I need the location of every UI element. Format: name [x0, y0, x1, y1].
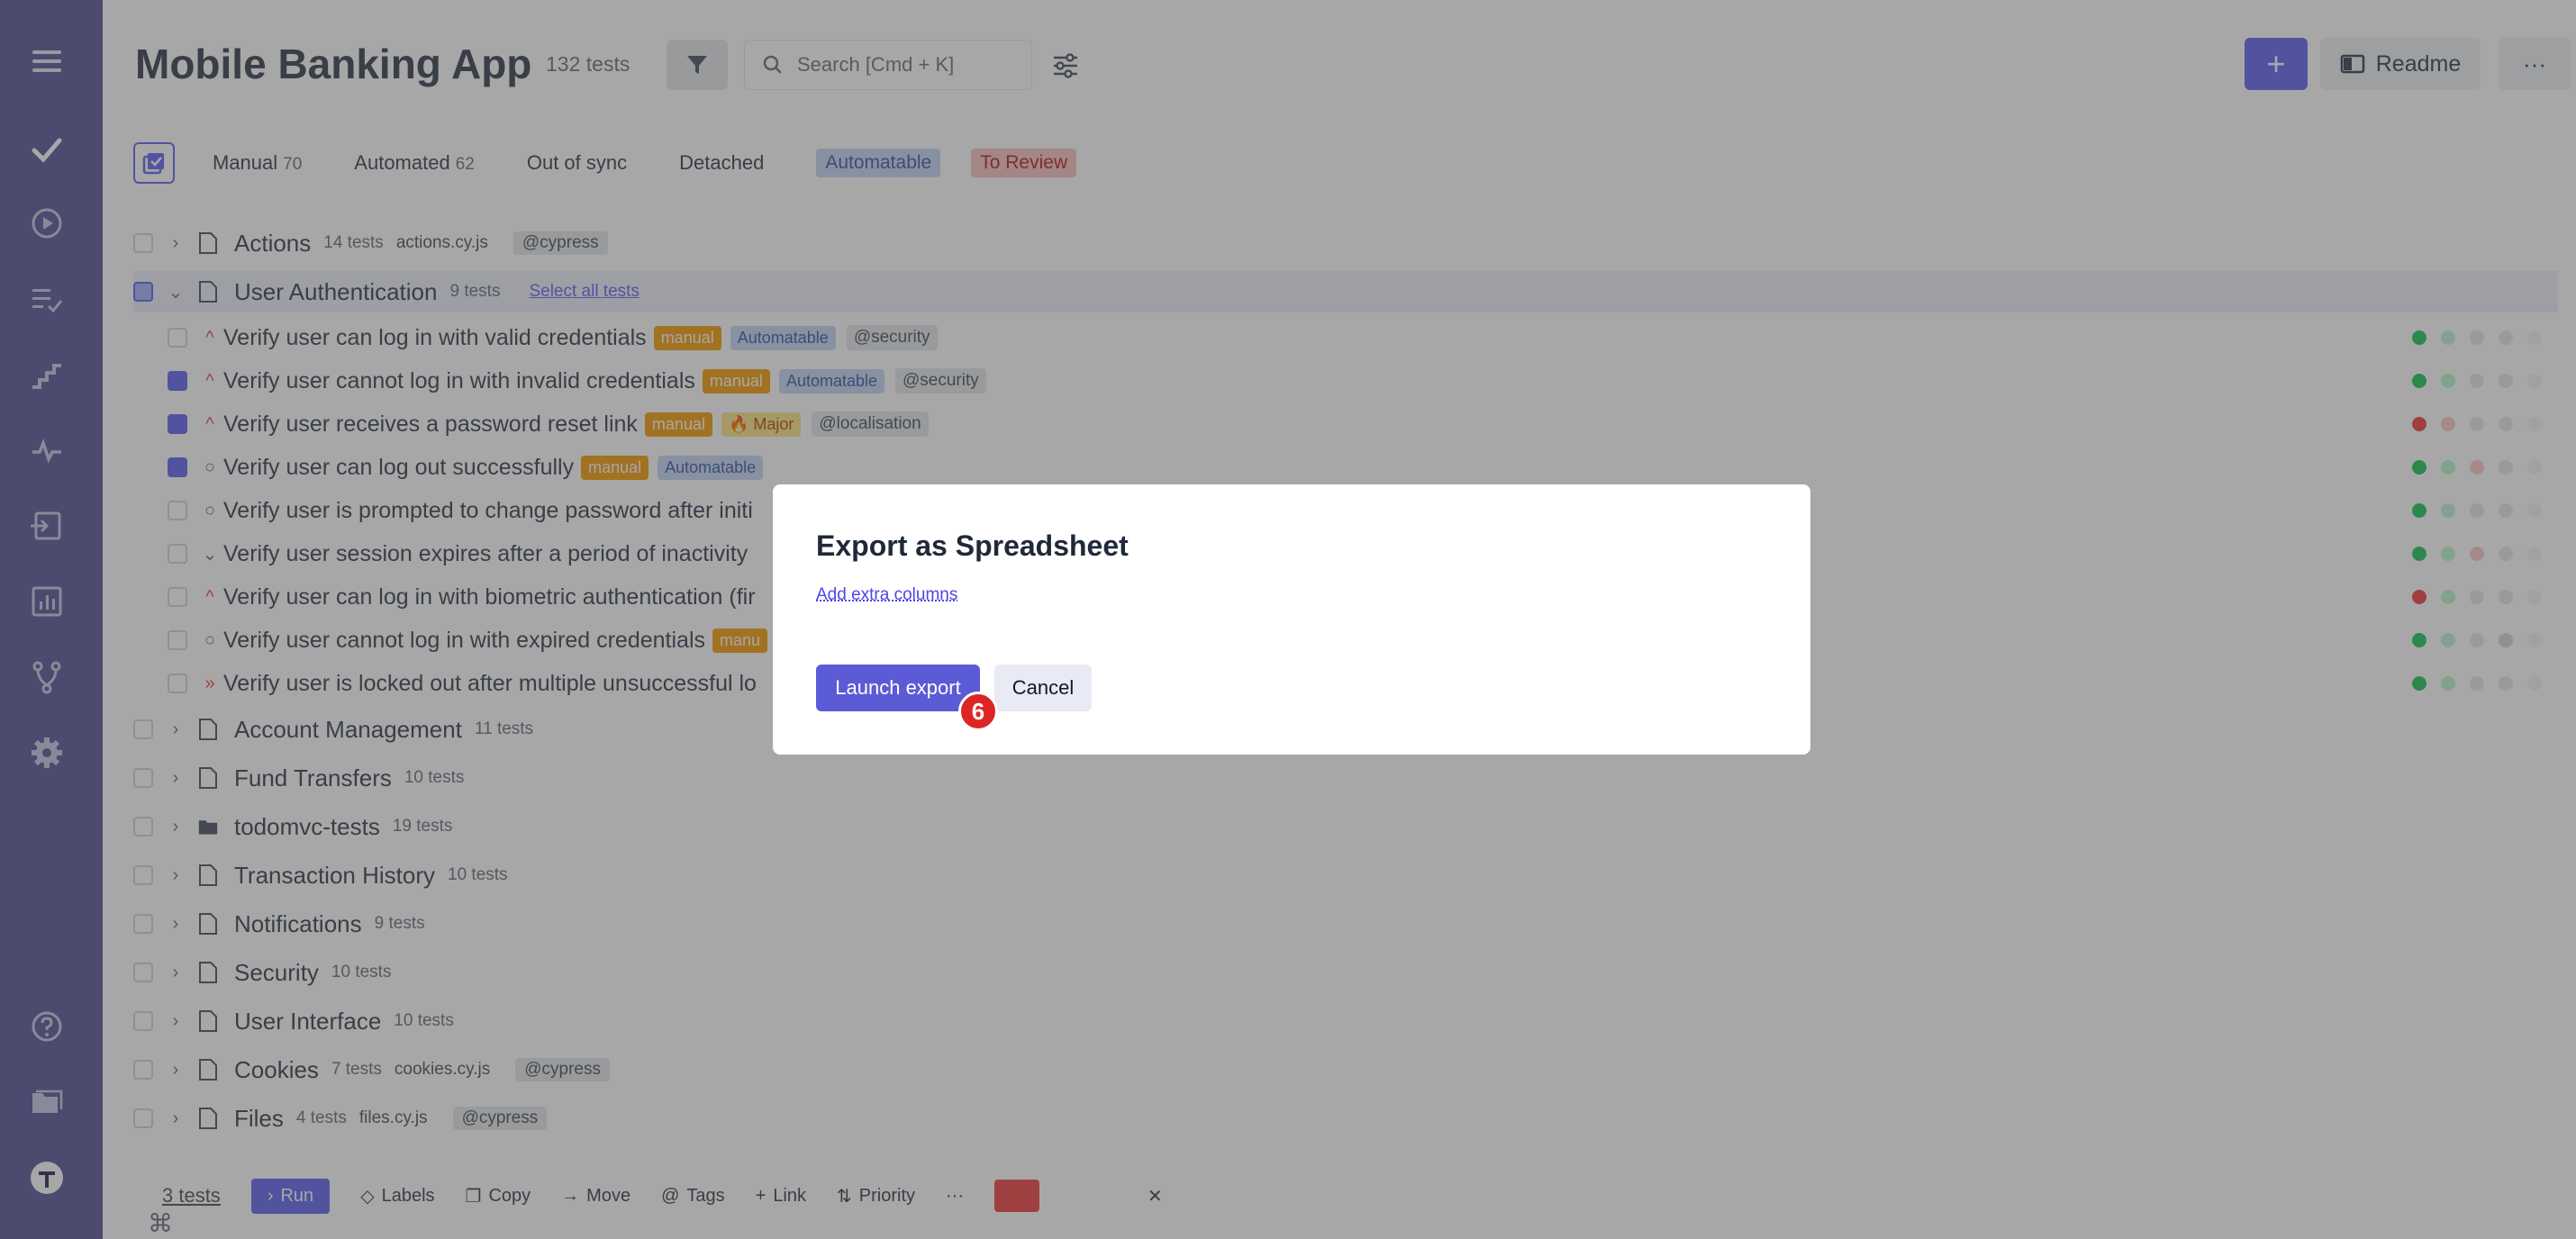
launch-export-button[interactable]: Launch export: [816, 665, 980, 711]
add-extra-columns-link[interactable]: Add extra columns: [816, 585, 957, 605]
cancel-button[interactable]: Cancel: [994, 665, 1092, 711]
export-spreadsheet-modal: Export as Spreadsheet Add extra columns …: [773, 484, 1810, 755]
modal-title: Export as Spreadsheet: [816, 529, 1129, 562]
step-number-badge: 6: [958, 692, 998, 731]
